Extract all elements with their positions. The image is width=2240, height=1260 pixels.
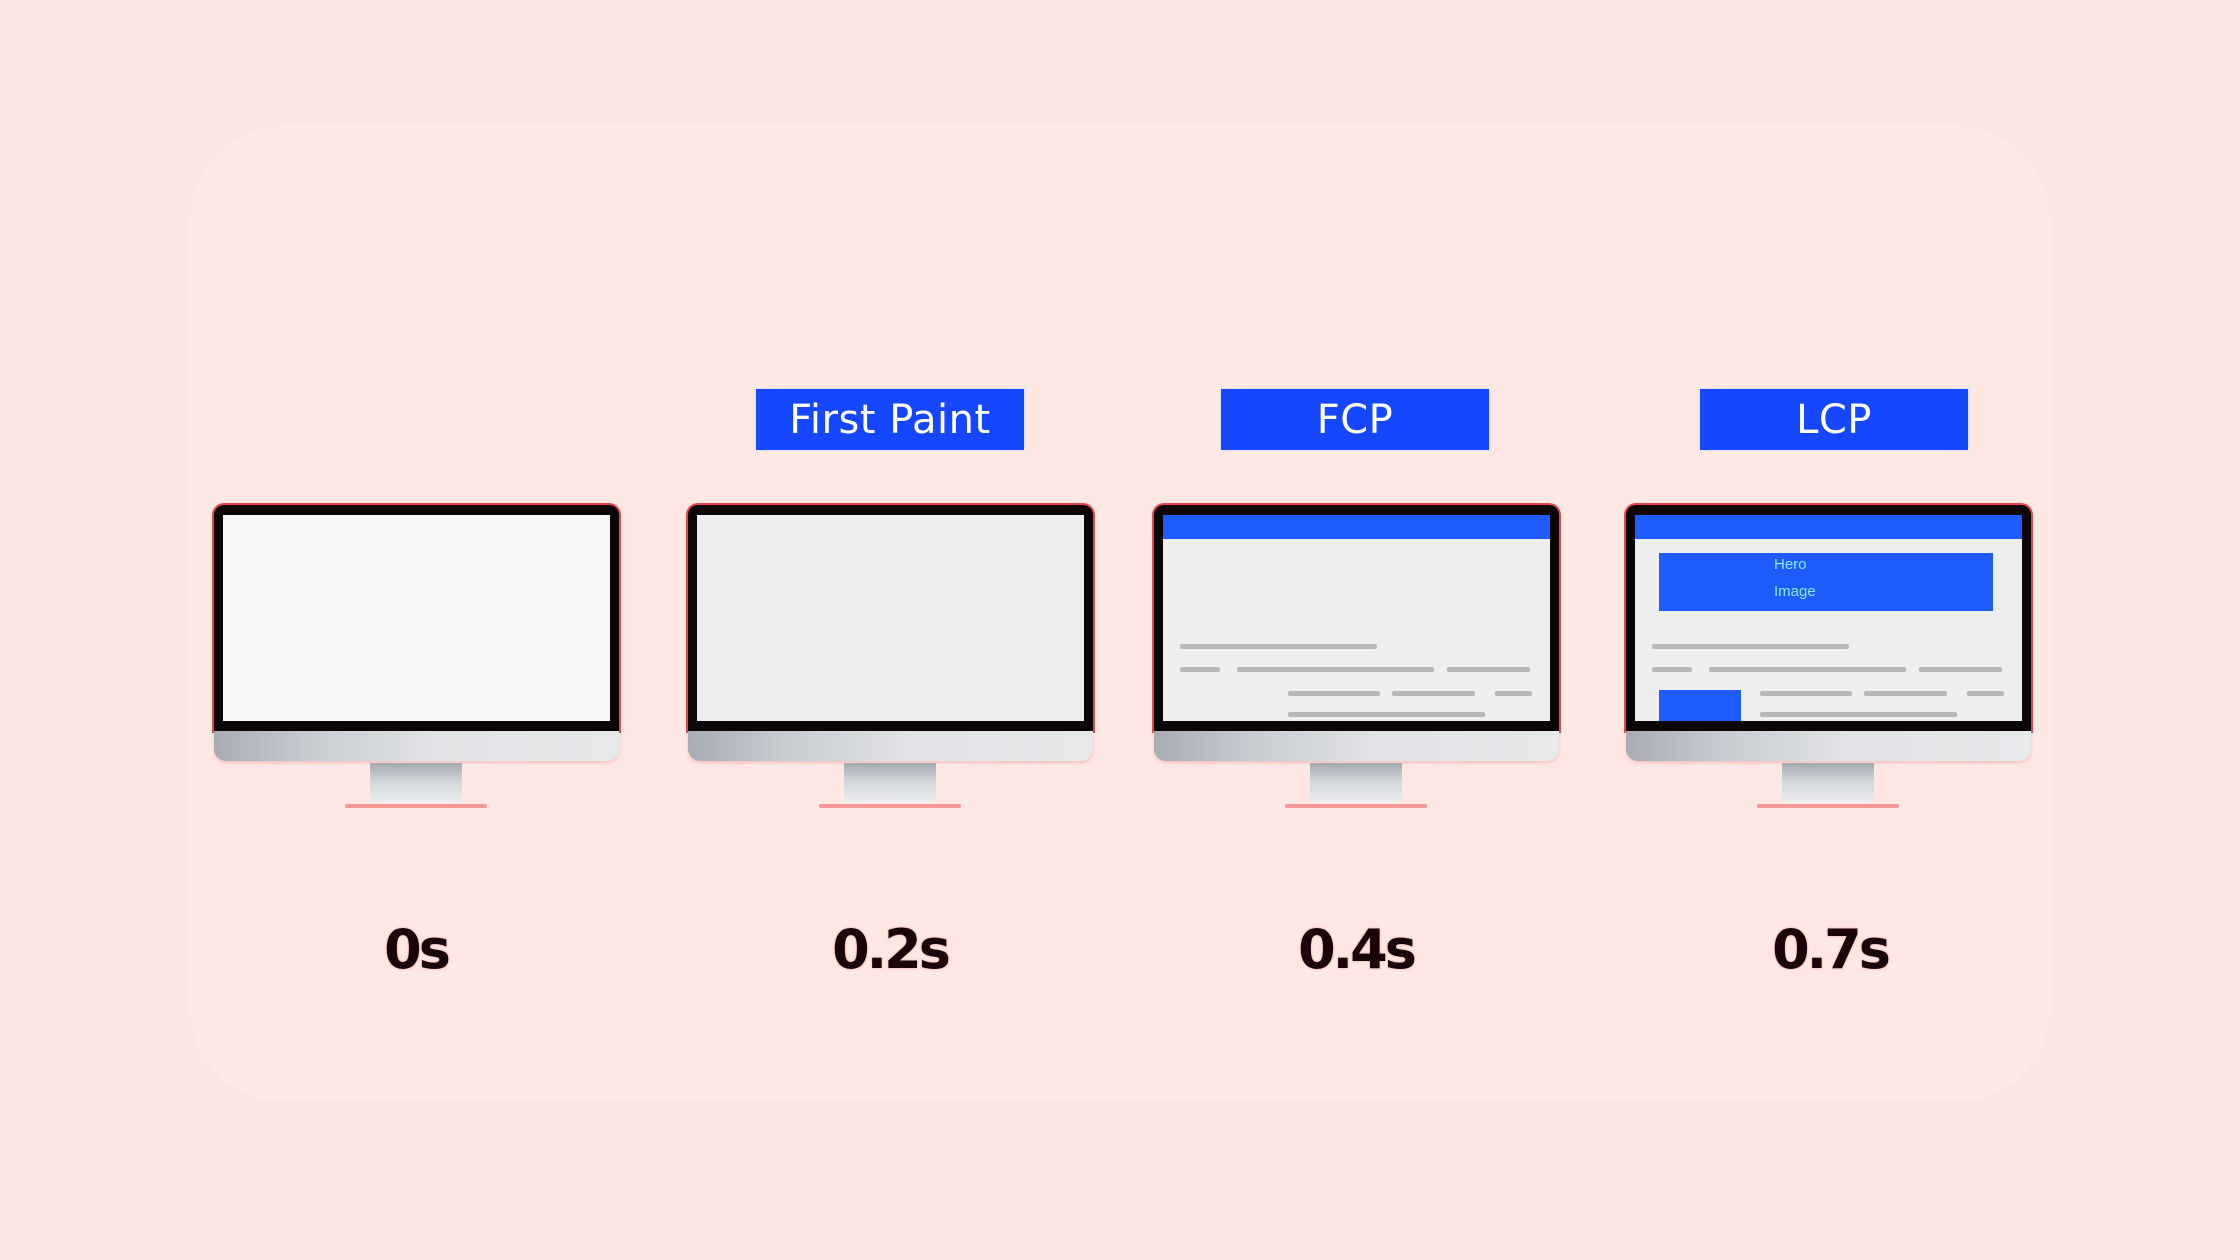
monitor-chin (1626, 731, 2031, 761)
text-line (1392, 691, 1475, 696)
monitor-bezel (688, 505, 1093, 731)
text-line (1288, 691, 1380, 696)
text-line (1864, 691, 1947, 696)
text-line (1709, 667, 1906, 672)
monitor-chin (1154, 731, 1559, 761)
first-paint-screen (697, 515, 1084, 721)
text-line (1760, 691, 1852, 696)
monitor-bezel (214, 505, 619, 731)
monitor-chin (214, 731, 619, 761)
monitor-fcp (1154, 505, 1559, 810)
text-line (1447, 667, 1530, 672)
hero-text-line-2: Image (1774, 583, 1816, 600)
blank-screen (223, 515, 610, 721)
fcp-label: FCP (1221, 389, 1489, 450)
text-line (1652, 644, 1849, 649)
page-header-bar (1163, 515, 1550, 539)
text-line (1495, 691, 1532, 696)
text-line (1180, 644, 1377, 649)
monitor-bezel (1154, 505, 1559, 731)
text-line (1288, 712, 1485, 717)
text-line (1652, 667, 1692, 672)
text-line (1967, 691, 2004, 696)
hero-text-line-1: Hero (1774, 556, 1807, 573)
lcp-label: LCP (1700, 389, 1968, 450)
text-line (1919, 667, 2002, 672)
time-label-lcp: 0.7s (1772, 918, 1891, 981)
page-header-bar (1635, 515, 2022, 539)
monitor-stand (370, 763, 462, 803)
monitor-stand (1310, 763, 1402, 803)
monitor-base (819, 804, 961, 808)
text-line (1180, 667, 1220, 672)
time-label-0s: 0s (384, 918, 451, 981)
monitor-0s (214, 505, 619, 810)
time-label-fcp: 0.4s (1298, 918, 1417, 981)
monitor-base (345, 804, 487, 808)
time-label-first-paint: 0.2s (832, 918, 951, 981)
lcp-screen: Hero Image (1635, 515, 2022, 721)
text-line (1237, 667, 1434, 672)
timeline: First Paint FCP LCP Hero Image 0s 0.2s 0… (0, 0, 2240, 1260)
monitor-stand (1782, 763, 1874, 803)
monitor-lcp: Hero Image (1626, 505, 2031, 810)
monitor-first-paint (688, 505, 1093, 810)
monitor-chin (688, 731, 1093, 761)
text-line (1760, 712, 1957, 717)
hero-image-block: Hero Image (1659, 553, 1993, 611)
first-paint-label: First Paint (756, 389, 1024, 450)
monitor-bezel: Hero Image (1626, 505, 2031, 731)
fcp-screen (1163, 515, 1550, 721)
monitor-base (1757, 804, 1899, 808)
monitor-base (1285, 804, 1427, 808)
monitor-stand (844, 763, 936, 803)
image-thumbnail (1659, 690, 1741, 721)
